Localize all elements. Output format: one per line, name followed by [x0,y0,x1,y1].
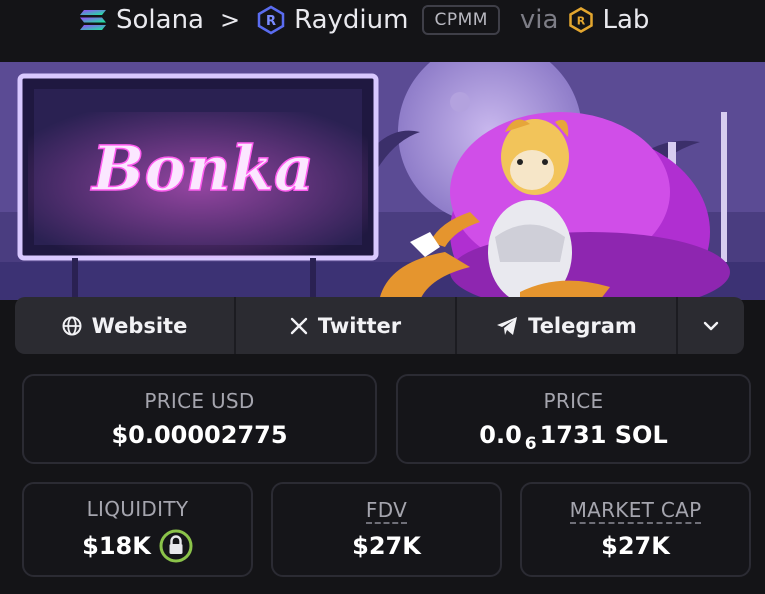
source-name: Lab [602,5,650,35]
via-label: via [519,5,559,35]
price-label: PRICE [543,389,604,413]
price-zero-count: 6 [524,434,537,454]
breadcrumb-chain[interactable]: Solana [78,5,204,35]
price-usd-card: PRICE USD $0.00002775 [22,374,377,464]
telegram-label: Telegram [528,313,637,338]
liquidity-value: $18K [82,531,151,560]
telegram-icon [497,316,518,335]
website-label: Website [91,313,188,338]
svg-text:R: R [266,14,276,29]
breadcrumb: Solana > R Raydium CPMM via R Lab [0,0,765,40]
token-banner: Bonka [0,62,765,300]
breadcrumb-separator: > [219,6,241,34]
chain-name: Solana [116,5,204,35]
liquidity-card: LIQUIDITY $18K [22,482,253,577]
chevron-down-icon [703,321,719,330]
fdv-value: $27K [352,532,421,560]
raydium-icon: R [257,5,285,35]
twitter-label: Twitter [317,313,402,338]
breadcrumb-source[interactable]: R Lab [568,5,649,35]
banner-artwork: Bonka [0,62,765,300]
lock-icon[interactable] [159,529,193,563]
price-suffix: 1731 SOL [539,421,668,449]
more-links-button[interactable] [678,297,744,354]
website-button[interactable]: Website [15,297,236,354]
market-cap-label[interactable]: MARKET CAP [569,499,702,524]
price-usd-value: $0.00002775 [111,421,288,449]
fdv-label[interactable]: FDV [365,499,408,524]
social-links-bar: Website Twitter Telegram [15,297,744,354]
liquidity-label: LIQUIDITY [86,496,189,521]
price-sol-value: 0.0 6 1731 SOL [479,421,668,454]
solana-icon [80,10,106,30]
lab-icon: R [569,7,594,33]
neon-sign-text: Bonka [90,132,314,205]
twitter-button[interactable]: Twitter [236,297,457,354]
dex-name: Raydium [294,5,409,35]
svg-text:R: R [577,15,586,28]
price-prefix: 0.0 [479,421,522,449]
price-sol-card: PRICE 0.0 6 1731 SOL [396,374,751,464]
fdv-card: FDV $27K [271,482,502,577]
liquidity-value-row: $18K [82,529,193,563]
market-cap-value: $27K [601,532,670,560]
market-cap-card: MARKET CAP $27K [520,482,751,577]
globe-icon [62,316,82,335]
breadcrumb-dex[interactable]: R Raydium [256,5,408,35]
pool-type-badge: CPMM [422,5,500,35]
x-icon [290,317,308,334]
telegram-button[interactable]: Telegram [457,297,678,354]
price-usd-label: PRICE USD [144,389,255,413]
